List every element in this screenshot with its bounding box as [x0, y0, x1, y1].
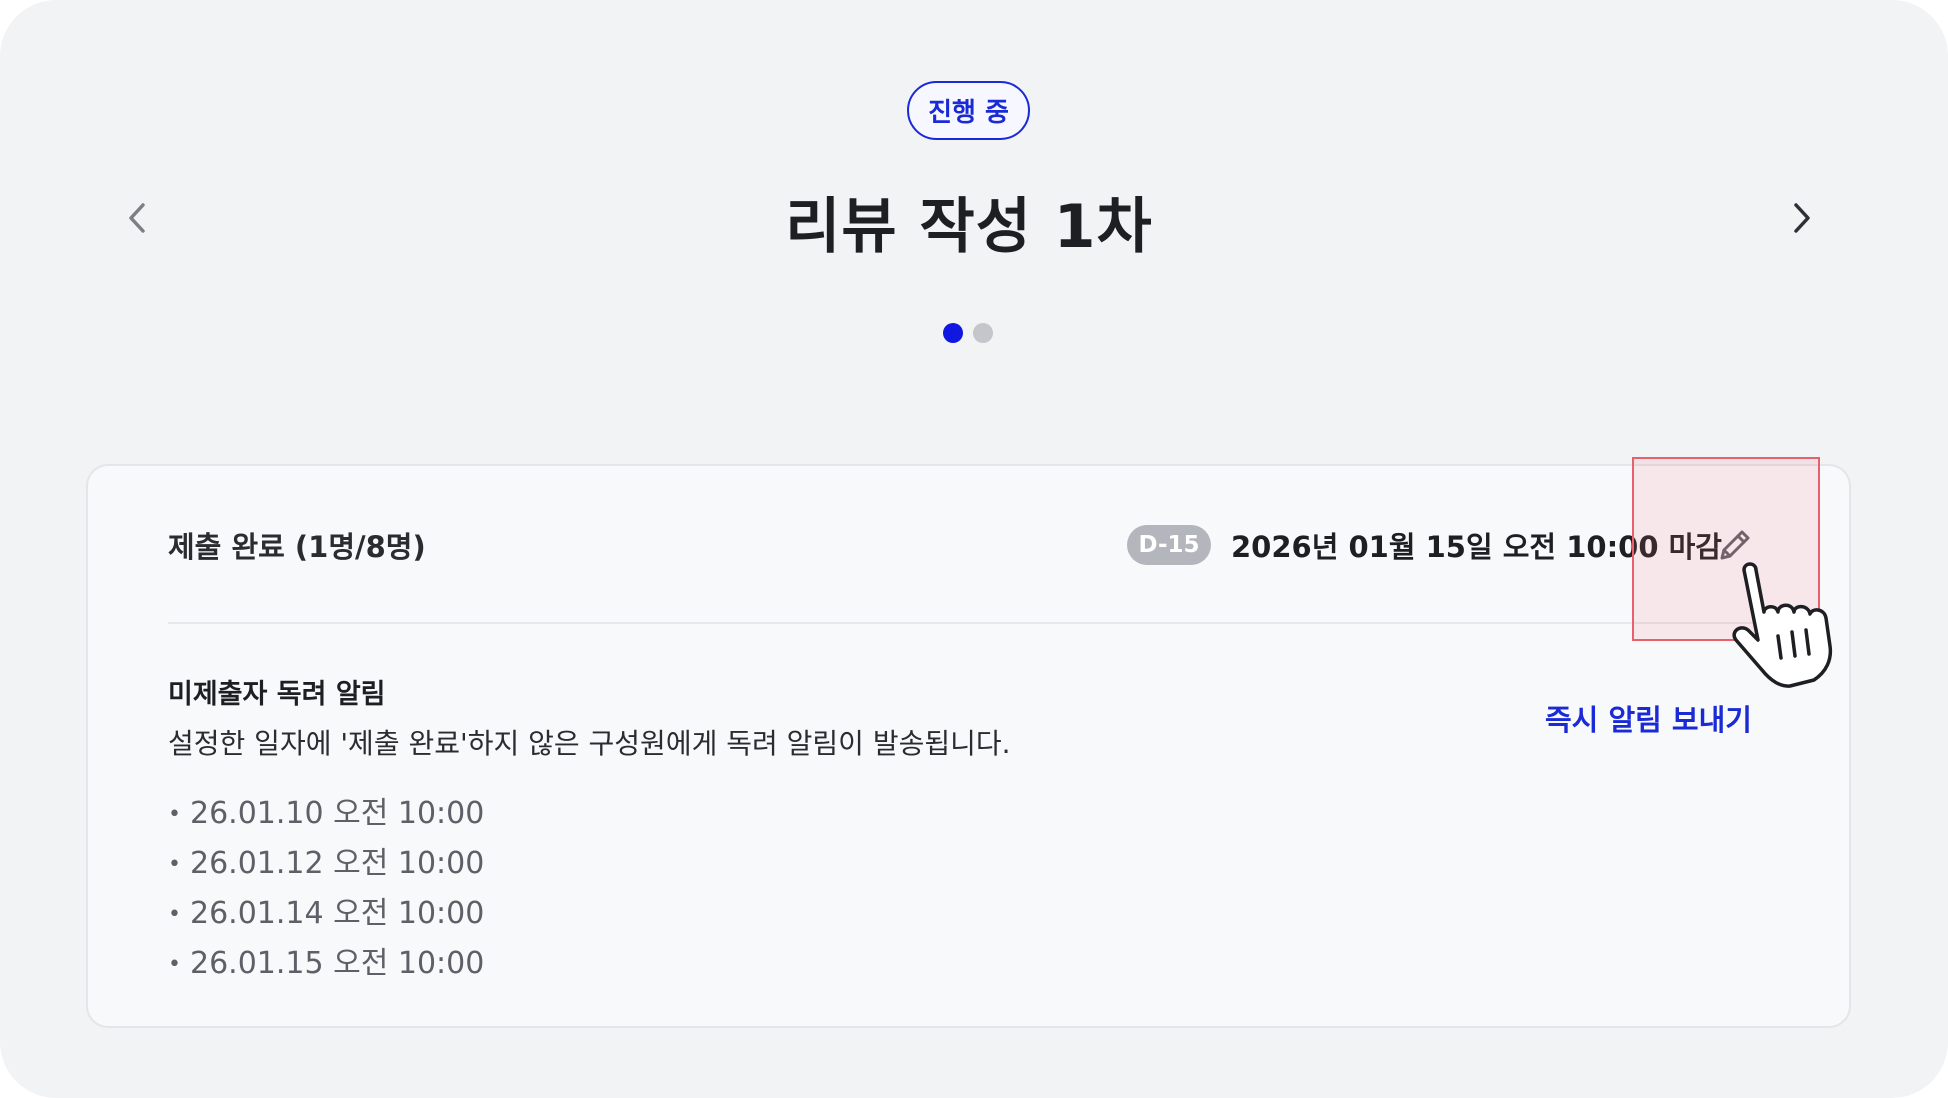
list-item: • 26.01.14 오전 10:00	[168, 889, 484, 939]
status-badge: 진행 중	[907, 81, 1030, 140]
pager-dot-2[interactable]	[973, 323, 993, 343]
schedule-time: 26.01.10 오전 10:00	[190, 796, 485, 831]
schedule-time: 26.01.12 오전 10:00	[190, 846, 485, 881]
list-item: • 26.01.12 오전 10:00	[168, 839, 484, 889]
submission-status: 제출 완료 (1명/8명)	[168, 530, 426, 564]
bullet-icon: •	[168, 801, 181, 827]
list-item: • 26.01.10 오전 10:00	[168, 789, 484, 839]
list-item: • 26.01.15 오전 10:00	[168, 939, 484, 989]
status-badge-label: 진행 중	[928, 98, 1009, 128]
bullet-icon: •	[168, 951, 181, 977]
schedule-time: 26.01.15 오전 10:00	[190, 946, 485, 981]
chevron-right-icon	[1794, 203, 1810, 233]
send-reminder-now-button[interactable]: 즉시 알림 보내기	[1545, 697, 1752, 739]
app-frame: 진행 중 리뷰 작성 1차 제출 완료 (1명/8명) D-15 2026년 0…	[0, 0, 1948, 1098]
edit-deadline-button[interactable]	[1708, 518, 1762, 572]
next-round-button[interactable]	[1780, 196, 1824, 240]
bullet-icon: •	[168, 851, 181, 877]
reminder-schedule-list: • 26.01.10 오전 10:00 • 26.01.12 오전 10:00 • 2…	[168, 789, 484, 989]
round-card: 제출 완료 (1명/8명) D-15 2026년 01월 15일 오전 10:0…	[86, 464, 1851, 1028]
schedule-time: 26.01.14 오전 10:00	[190, 896, 485, 931]
page-title: 리뷰 작성 1차	[785, 192, 1153, 262]
card-divider	[168, 622, 1763, 624]
pencil-icon	[1720, 530, 1750, 560]
pager-dots	[943, 323, 993, 343]
deadline-text: 2026년 01월 15일 오전 10:00 마감	[1231, 530, 1722, 564]
pager-dot-1[interactable]	[943, 323, 963, 343]
reminder-description: 설정한 일자에 '제출 완료'하지 않은 구성원에게 독려 알림이 발송됩니다.	[168, 727, 1011, 760]
dday-badge: D-15	[1127, 525, 1211, 565]
reminder-title: 미제출자 독려 알림	[168, 679, 386, 710]
bullet-icon: •	[168, 901, 181, 927]
